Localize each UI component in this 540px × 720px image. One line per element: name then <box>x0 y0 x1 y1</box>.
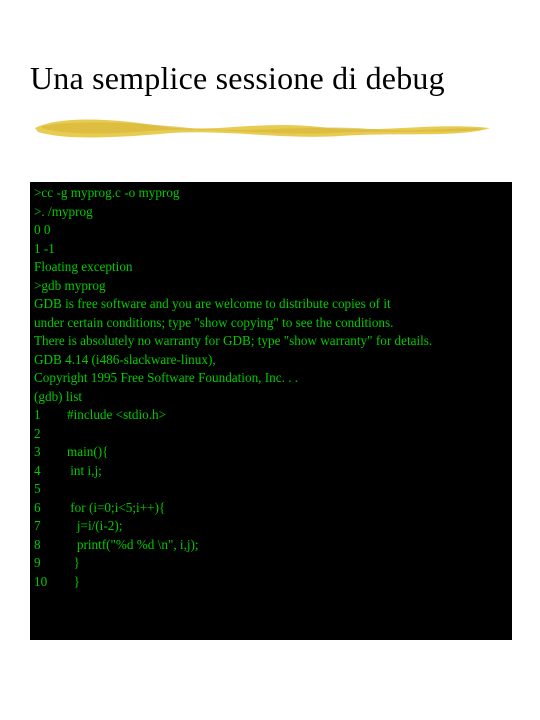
page-title: Una semplice sessione di debug <box>30 60 445 97</box>
brush-stroke-divider <box>30 110 500 145</box>
terminal-window: >cc -g myprog.c -o myprog >. /myprog 0 0… <box>30 182 512 640</box>
terminal-output: >cc -g myprog.c -o myprog >. /myprog 0 0… <box>30 182 512 591</box>
slide: Una semplice sessione di debug >cc -g my… <box>0 0 540 720</box>
